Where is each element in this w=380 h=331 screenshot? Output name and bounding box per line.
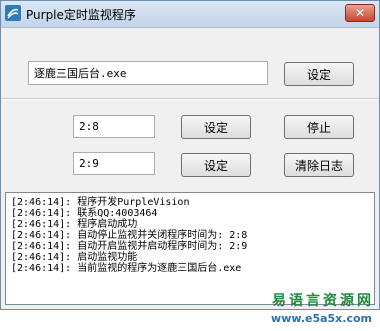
log-line: [2:46:14]: 程序启动成功 [11,219,138,230]
separator [1,98,379,100]
close-icon: ✕ [354,6,366,20]
log-line: [2:46:14]: 联系QQ:4003464 [11,208,158,219]
set-stop-time-button[interactable]: 设定 [181,115,251,139]
program-name-field[interactable]: 逐鹿三国后台.exe [28,61,268,85]
log-line: [2:46:14]: 启动监视功能 [11,252,138,263]
window-title: Purple定时监视程序 [26,8,136,22]
start-time-value: 2:9 [79,157,99,170]
log-line: [2:46:14]: 自动开启监视并启动程序时间为: 2:9 [11,241,248,252]
watermark: 易语言资源网 www.e5a5x.com [258,290,378,330]
set-program-button[interactable]: 设定 [284,62,354,86]
program-name-value: 逐鹿三国后台.exe [34,67,127,80]
close-button[interactable]: ✕ [345,4,375,22]
stop-button[interactable]: 停止 [284,115,354,139]
stop-time-value: 2:8 [79,120,99,133]
log-line: [2:46:14]: 程序开发PurpleVision [11,197,190,208]
start-time-field[interactable]: 2:9 [73,152,155,175]
title-bar[interactable]: Purple定时监视程序 ✕ [1,1,379,28]
app-logo-icon [5,5,21,21]
log-line: [2:46:14]: 当前监视的程序为逐鹿三国后台.exe [11,263,242,274]
app-window: Purple定时监视程序 ✕ 逐鹿三国后台.exe 设定 2:8 设定 停止 2… [0,0,380,310]
clear-log-button[interactable]: 清除日志 [284,153,354,177]
log-line: [2:46:14]: 自动停止监视并关闭程序时间为: 2:8 [11,230,248,241]
set-start-time-button[interactable]: 设定 [181,153,251,177]
watermark-url: www.e5a5x.com [271,312,372,325]
watermark-title: 易语言资源网 [272,293,374,309]
log-panel[interactable]: [2:46:14]: 程序开发PurpleVision [2:46:14]: 联… [5,192,375,305]
stop-time-field[interactable]: 2:8 [73,115,155,138]
